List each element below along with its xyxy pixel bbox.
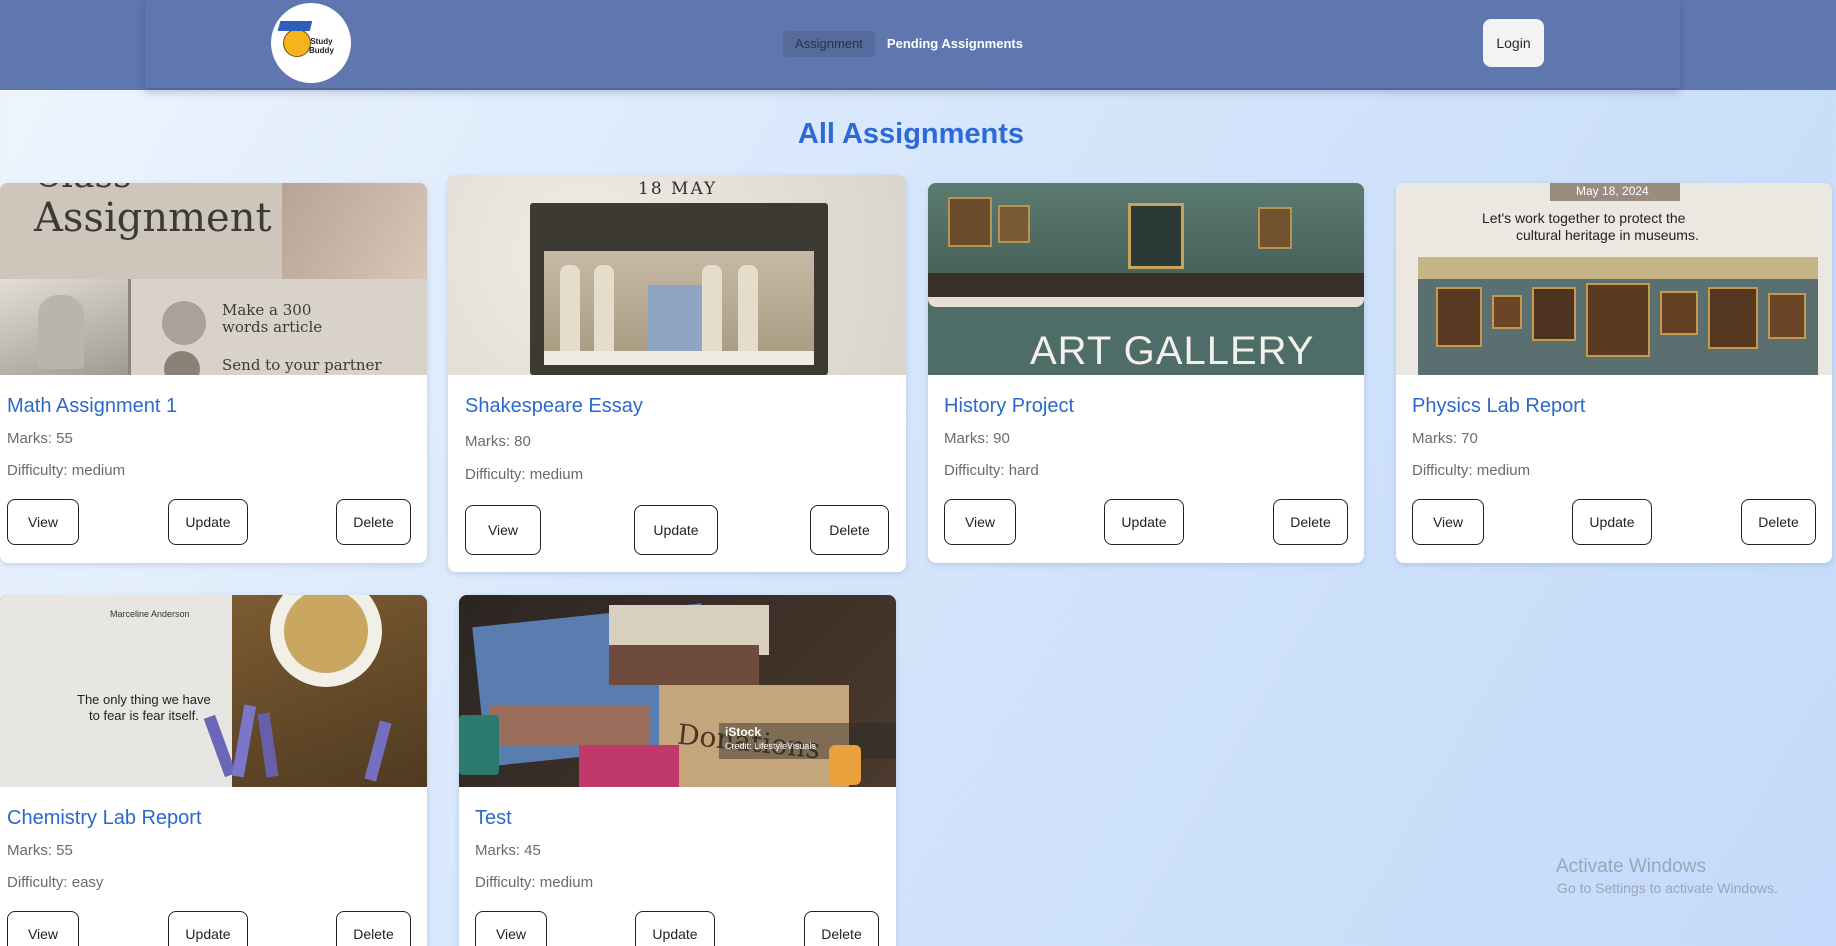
logo[interactable]: Study Buddy — [271, 3, 351, 83]
assignment-card: May 18, 2024 Let's work together to prot… — [1396, 183, 1832, 563]
assignment-title[interactable]: Test — [475, 807, 512, 830]
delete-button[interactable]: Delete — [336, 499, 411, 545]
delete-button[interactable]: Delete — [1273, 499, 1348, 545]
assignment-difficulty: Difficulty: medium — [1412, 462, 1531, 479]
activate-windows-title: Activate Windows — [1556, 856, 1706, 877]
assignment-image: May 18, 2024 Let's work together to prot… — [1396, 183, 1832, 375]
assignment-difficulty: Difficulty: easy — [7, 874, 104, 891]
assignment-marks: Marks: 45 — [475, 842, 541, 859]
assignment-card: 18 MAY Shakespeare Essay Marks: 80 Diffi… — [448, 175, 906, 572]
navbar: Study Buddy Assignment Pending Assignmen… — [0, 0, 1836, 90]
assignment-difficulty: Difficulty: medium — [7, 462, 126, 479]
mascot-icon — [283, 29, 311, 57]
assignment-difficulty: Difficulty: medium — [465, 466, 584, 483]
assignment-title[interactable]: Chemistry Lab Report — [7, 807, 202, 830]
graduation-cap-icon — [277, 21, 313, 31]
update-button[interactable]: Update — [1104, 499, 1184, 545]
delete-button[interactable]: Delete — [810, 505, 889, 555]
nav-link-pending-assignments[interactable]: Pending Assignments — [883, 31, 1027, 57]
assignment-marks: Marks: 55 — [7, 842, 73, 859]
assignment-marks: Marks: 55 — [7, 430, 73, 447]
assignment-card: Marceline Anderson The only thing we hav… — [0, 595, 427, 946]
update-button[interactable]: Update — [168, 499, 248, 545]
update-button[interactable]: Update — [634, 505, 718, 555]
activate-windows-subtitle: Go to Settings to activate Windows. — [1557, 880, 1778, 896]
update-button[interactable]: Update — [1572, 499, 1652, 545]
delete-button[interactable]: Delete — [1741, 499, 1816, 545]
nav-links: Assignment Pending Assignments — [783, 31, 1027, 57]
view-button[interactable]: View — [944, 499, 1016, 545]
logo-text: Study Buddy — [309, 37, 334, 55]
assignment-card: Donations iStock Credit: LifestyleVisual… — [459, 595, 896, 946]
assignment-image: Class Assignment Make a 300 words articl… — [0, 183, 427, 375]
update-button[interactable]: Update — [168, 911, 248, 946]
assignment-title[interactable]: Shakespeare Essay — [465, 395, 643, 418]
nav-link-assignment[interactable]: Assignment — [783, 31, 875, 57]
assignment-card: Class Assignment Make a 300 words articl… — [0, 183, 427, 563]
assignment-marks: Marks: 70 — [1412, 430, 1478, 447]
page-title: All Assignments — [797, 118, 1025, 150]
delete-button[interactable]: Delete — [336, 911, 411, 946]
view-button[interactable]: View — [7, 499, 79, 545]
assignment-image: Marceline Anderson The only thing we hav… — [0, 595, 427, 787]
assignment-title[interactable]: Physics Lab Report — [1412, 395, 1585, 418]
view-button[interactable]: View — [475, 911, 547, 946]
update-button[interactable]: Update — [635, 911, 715, 946]
assignment-marks: Marks: 80 — [465, 433, 531, 450]
assignment-difficulty: Difficulty: hard — [944, 462, 1039, 479]
view-button[interactable]: View — [465, 505, 541, 555]
assignment-image: Donations iStock Credit: LifestyleVisual… — [459, 595, 896, 787]
assignment-difficulty: Difficulty: medium — [475, 874, 594, 891]
assignment-marks: Marks: 90 — [944, 430, 1010, 447]
assignment-image: 18 MAY — [448, 175, 906, 375]
assignment-title[interactable]: History Project — [944, 395, 1074, 418]
delete-button[interactable]: Delete — [804, 911, 879, 946]
login-button[interactable]: Login — [1483, 19, 1544, 67]
view-button[interactable]: View — [1412, 499, 1484, 545]
view-button[interactable]: View — [7, 911, 79, 946]
assignment-image: ART GALLERY — [928, 183, 1364, 375]
assignment-card: ART GALLERY History Project Marks: 90 Di… — [928, 183, 1364, 563]
assignment-title[interactable]: Math Assignment 1 — [7, 395, 177, 418]
